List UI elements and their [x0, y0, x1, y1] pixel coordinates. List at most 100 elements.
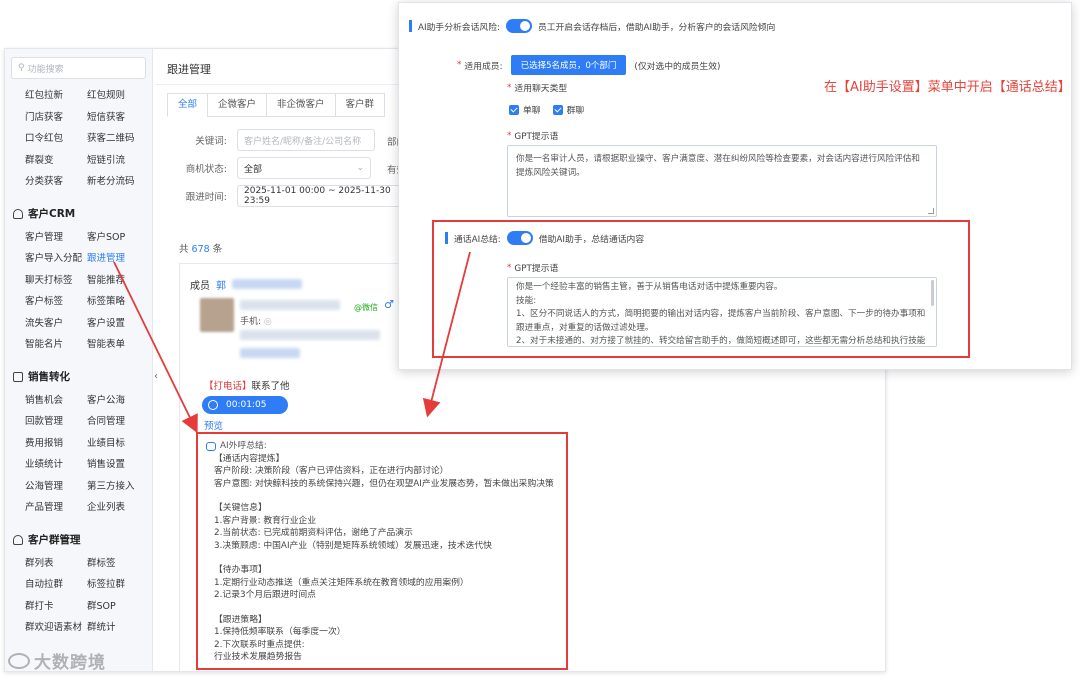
call-note: 【打电话】联系了他 — [204, 381, 290, 392]
sidebar-item[interactable]: 客户设置 — [87, 313, 149, 335]
summary-line: 客户意图: 对快鲸科技的系统保持兴趣，但仍在观望AI产业发展态势，暂未做出采购决… — [214, 478, 554, 489]
summary-title: AI外呼总结: — [206, 440, 558, 453]
redacted-info — [240, 330, 380, 340]
sidebar-item[interactable]: 智能名片 — [25, 334, 87, 356]
sidebar-item[interactable]: 费用报销 — [25, 433, 87, 455]
sidebar-section-header[interactable]: 客户群管理 — [5, 527, 152, 553]
summary-line: 【跟进策略】 — [214, 614, 267, 625]
sidebar-item[interactable]: 新老分流码 — [87, 171, 149, 193]
sidebar-search-input[interactable]: ⚲ 功能搜索 — [11, 57, 146, 79]
sidebar-section-header[interactable]: 客户CRM — [5, 201, 152, 227]
phone-label: 手机: ◎ — [240, 317, 272, 327]
tab-bar: 全部 企微客户 非企微客户 客户群 — [167, 93, 386, 117]
sidebar-item[interactable]: 短信获客 — [87, 107, 149, 129]
annotation-text: 在【AI助手设置】菜单中开启【通话总结】 — [824, 80, 1071, 95]
keyword-filter: 关键词: 客户姓名/昵称/备注/公司名称 — [167, 129, 375, 151]
summary-line: 2.下次联系时重点提供: — [214, 639, 305, 650]
chat-type-options: 单聊 群聊 — [509, 103, 584, 116]
keyword-input[interactable]: 客户姓名/昵称/备注/公司名称 — [237, 129, 375, 151]
sidebar-item[interactable]: 客户管理 — [25, 227, 87, 249]
sidebar-item[interactable]: 智能推荐 — [87, 270, 149, 292]
sidebar-item[interactable]: 销售机会 — [25, 390, 87, 412]
select-members-button[interactable]: 已选择5名成员，0个部门 — [510, 55, 627, 75]
sidebar-item[interactable]: 企业列表 — [87, 497, 149, 519]
gpt-prompt-risk[interactable]: 你是一名审计人员，请根据职业操守、客户满意度、潜在纠纷风险等检查要素，对会话内容… — [507, 145, 937, 217]
risk-toggle[interactable] — [505, 19, 532, 33]
redacted-customer — [240, 300, 340, 310]
summary-line — [206, 490, 558, 502]
user-icon — [13, 208, 23, 219]
resize-handle-icon[interactable] — [928, 208, 934, 214]
sidebar-item[interactable]: 聊天打标签 — [25, 270, 87, 292]
checkbox-single-chat[interactable] — [509, 104, 519, 115]
sidebar-item[interactable]: 群裂变 — [25, 150, 87, 172]
sidebar-item[interactable]: 流失客户 — [25, 313, 87, 335]
sidebar-item[interactable]: 业绩目标 — [87, 433, 149, 455]
total-count: 共 678 条 — [179, 244, 223, 255]
tab-item[interactable]: 企微客户 — [207, 93, 268, 117]
sidebar-item[interactable]: 群打卡 — [25, 596, 87, 618]
sidebar-item[interactable]: 第三方接入 — [87, 476, 149, 498]
summary-line: 【待办事项】 — [214, 565, 267, 575]
call-ai-highlight-box — [432, 220, 970, 358]
sidebar-item[interactable]: 客户导入分配 — [25, 248, 87, 270]
status-select[interactable]: 全部 ⌄ — [237, 157, 371, 179]
sidebar-item[interactable]: 智能表单 — [87, 334, 149, 356]
sidebar-item[interactable]: 跟进管理 — [87, 248, 149, 270]
sidebar-item[interactable]: 分类获客 — [25, 171, 87, 193]
tab-item[interactable]: 客户群 — [334, 93, 386, 117]
sidebar-item[interactable]: 红包拉新 — [25, 85, 87, 107]
summary-line: 1.保持低频率联系（每季度一次） — [214, 627, 346, 637]
robot-icon — [206, 441, 216, 451]
sidebar-item[interactable]: 群SOP — [87, 596, 149, 618]
summary-line: 1.定期行业动态推送（重点关注矩阵系统在教育领域的应用案例） — [214, 577, 469, 588]
tab-item[interactable]: 全部 — [167, 93, 209, 117]
sidebar-item[interactable]: 回款管理 — [25, 411, 87, 433]
redacted-name — [232, 279, 302, 289]
sidebar-item[interactable]: 门店获客 — [25, 107, 87, 129]
summary-line: 3.决策顾虑: 中国AI产业（特别是矩阵系统领域）发展迅速，技术迭代快 — [214, 540, 492, 551]
sidebar-item[interactable]: 群列表 — [25, 553, 87, 575]
sidebar-item[interactable]: 群统计 — [87, 617, 149, 639]
preview-link[interactable]: 预览 — [204, 418, 223, 432]
tab-item[interactable]: 非企微客户 — [266, 93, 336, 117]
summary-line: 【关键信息】 — [214, 503, 267, 513]
sidebar-item[interactable]: 短链引流 — [87, 150, 149, 172]
summary-line: 2.当前状态: 已完成前期资料评估，谢绝了产品演示 — [214, 528, 413, 538]
watermark: 大数跨境 — [8, 648, 106, 673]
summary-line: 客户阶段: 决策阶段（客户已评估资料，正在进行内部讨论） — [214, 466, 449, 476]
audio-play-icon[interactable] — [208, 400, 218, 410]
sidebar-item[interactable]: 销售设置 — [87, 454, 149, 476]
chevron-down-icon: ⌄ — [356, 163, 364, 173]
time-filter: 跟进时间: 2025-11-01 00:00 ~ 2025-11-30 23:5… — [167, 185, 407, 207]
avatar — [200, 298, 234, 332]
male-icon: ♂ — [384, 298, 394, 311]
ai-summary-box: AI外呼总结: 【通话内容提炼】 客户阶段: 决策阶段（客户已评估资料，正在进行内… — [196, 432, 568, 670]
sidebar-item[interactable]: 客户公海 — [87, 390, 149, 412]
audio-player[interactable]: 00:01:05 — [202, 396, 288, 414]
sidebar-item[interactable]: 获客二维码 — [87, 128, 149, 150]
sidebar-item[interactable]: 客户标签 — [25, 291, 87, 313]
sidebar-item[interactable]: 自动拉群 — [25, 574, 87, 596]
sidebar-section-header[interactable]: 销售转化 — [5, 364, 152, 390]
sidebar-item[interactable]: 合同管理 — [87, 411, 149, 433]
sidebar-group-acquisition: 红包拉新 红包规则 门店获客 短信获客 口令红包 获客二维码 群裂变 短链引流 分类获客 新老分流… — [5, 85, 152, 193]
sidebar-item[interactable]: 口令红包 — [25, 128, 87, 150]
summary-line: 行业技术发展趋势报告 — [214, 652, 302, 662]
sidebar-item[interactable]: 客户SOP — [87, 227, 149, 249]
time-range-input[interactable]: 2025-11-01 00:00 ~ 2025-11-30 23:59 — [237, 185, 407, 207]
sidebar-group: 客户管理 客户SOP 客户导入分配 跟进管理 聊天打标签 智能推荐 客户标签 标签策略 流失客户… — [5, 227, 152, 356]
eye-icon[interactable]: ◎ — [264, 317, 272, 327]
sidebar-item[interactable]: 群标签 — [87, 553, 149, 575]
sidebar-item[interactable]: 标签拉群 — [87, 574, 149, 596]
chat-type-label: * 适用聊天类型 — [507, 82, 568, 95]
sidebar-item[interactable]: 红包规则 — [87, 85, 149, 107]
sidebar-item[interactable]: 业绩统计 — [25, 454, 87, 476]
sidebar-item[interactable]: 公海管理 — [25, 476, 87, 498]
user-icon — [13, 534, 23, 545]
member-name[interactable]: 郭 — [216, 277, 226, 292]
checkbox-group-chat[interactable] — [552, 104, 563, 115]
sidebar-item[interactable]: 产品管理 — [25, 497, 87, 519]
sidebar-item[interactable]: 群欢迎语素材 — [25, 617, 87, 639]
sidebar-item[interactable]: 标签策略 — [87, 291, 149, 313]
